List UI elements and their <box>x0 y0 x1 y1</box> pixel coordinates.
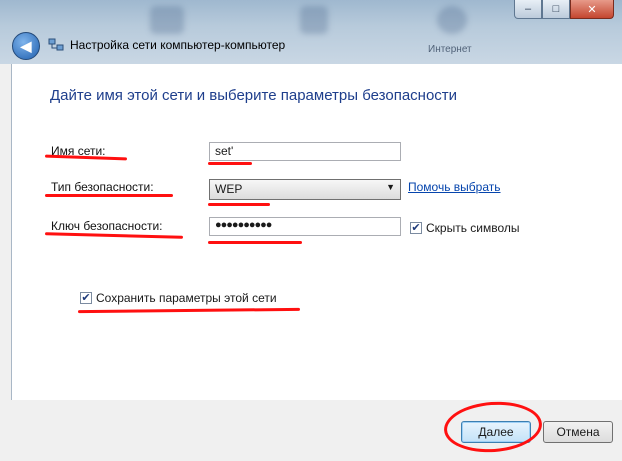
red-annotation-underline <box>44 154 128 161</box>
security-key-label: Ключ безопасности: <box>51 219 163 233</box>
window-title: Настройка сети компьютер-компьютер <box>70 38 286 52</box>
red-annotation-underline <box>77 307 301 314</box>
blurred-background-icon <box>150 6 184 34</box>
red-annotation-underline <box>208 241 302 244</box>
blurred-background-icon <box>300 6 328 34</box>
security-type-value: WEP <box>215 182 243 196</box>
save-settings-label: Сохранить параметры этой сети <box>96 291 277 305</box>
red-annotation-underline <box>44 232 184 239</box>
red-annotation-underline <box>208 203 270 206</box>
hide-chars-label: Скрыть символы <box>426 221 520 235</box>
save-settings-checkbox[interactable]: ✔ <box>80 292 92 304</box>
hide-chars-checkbox[interactable]: ✔ <box>410 222 422 234</box>
network-name-input[interactable]: set' <box>209 142 401 161</box>
chevron-down-icon: ▼ <box>386 182 395 192</box>
maximize-button[interactable]: □ <box>542 0 570 19</box>
network-icon <box>48 38 64 51</box>
window-titlebar: Интернет – □ ✕ ◀ Настройка сети компьюте… <box>0 0 622 64</box>
back-arrow-icon: ◀ <box>20 37 32 54</box>
content-panel: Дайте имя этой сети и выберите параметры… <box>11 64 622 400</box>
cancel-button[interactable]: Отмена <box>543 421 613 443</box>
window-controls: – □ ✕ <box>514 0 614 19</box>
hide-chars-option[interactable]: ✔ Скрыть символы <box>410 221 520 235</box>
back-button[interactable]: ◀ <box>12 32 40 60</box>
security-type-label: Тип безопасности: <box>51 180 154 194</box>
security-key-input[interactable]: ●●●●●●●●●● <box>209 217 401 236</box>
red-annotation-underline <box>208 162 252 165</box>
red-annotation-underline <box>45 194 173 197</box>
help-choose-link[interactable]: Помочь выбрать <box>408 180 501 194</box>
security-type-select[interactable]: WEP ▼ <box>209 179 401 200</box>
save-settings-option[interactable]: ✔ Сохранить параметры этой сети <box>80 291 277 305</box>
blurred-background-label: Интернет <box>428 44 472 55</box>
close-button[interactable]: ✕ <box>570 0 614 19</box>
page-heading: Дайте имя этой сети и выберите параметры… <box>50 87 458 104</box>
blurred-background-icon <box>437 6 467 34</box>
minimize-button[interactable]: – <box>514 0 542 19</box>
